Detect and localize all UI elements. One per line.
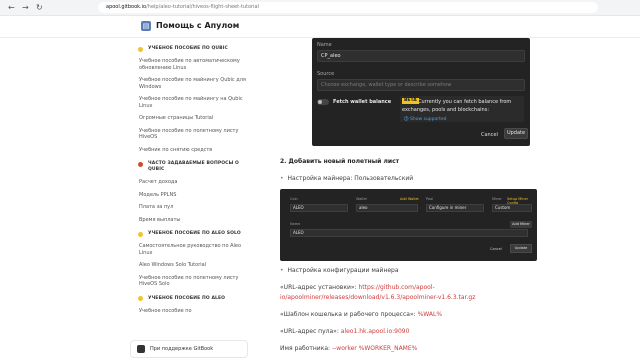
gitbook-badge[interactable]: При поддержке GitBook	[130, 340, 248, 358]
sidebar-item[interactable]: Модель PPLNS	[130, 192, 250, 199]
source-input: Choose exchange, wallet type or describe…	[317, 79, 525, 91]
site-header: ▤ Помощь с Апулом	[0, 16, 640, 38]
back-icon[interactable]: ←	[8, 3, 15, 12]
sidebar-item[interactable]: Огромные страницы Tutorial	[130, 115, 250, 122]
sidebar-section-heading: УЧЕБНОЕ ПОСОБИЕ ПО ALEO SOLO	[130, 231, 250, 237]
wallet-template-paragraph: «Шаблон кошелька и рабочего процесса»: %…	[280, 310, 442, 320]
beta-text: Currently you can fetch balance from exc…	[402, 99, 512, 113]
wallet-template-value[interactable]: %WAL%	[418, 311, 442, 318]
fetch-balance-toggle	[317, 99, 329, 105]
site-title[interactable]: Помощь с Апулом	[156, 21, 239, 30]
fs-name-label: Name	[290, 222, 301, 226]
sidebar-section-title: ЧАСТО ЗАДАВАЕМЫЕ ВОПРОСЫ О QUBIC	[148, 161, 239, 172]
sidebar-section-heading: УЧЕБНОЕ ПОСОБИЕ ПО QUBIC	[130, 46, 250, 52]
sidebar-item[interactable]: Время выплаты	[130, 217, 250, 224]
pool-label: Pool	[426, 197, 434, 201]
bullet-miner-setup: • Настройка майнера: Пользовательский	[280, 175, 413, 182]
sidebar-section-heading: УЧЕБНОЕ ПОСОБИЕ ПО ALEO	[130, 296, 250, 302]
sidebar-section-title: УЧЕБНОЕ ПОСОБИЕ ПО ALEO SOLO	[148, 231, 241, 236]
beta-notice: Currently you can fetch balance from exc…	[400, 96, 524, 122]
name-label: Name	[317, 42, 332, 48]
name-input: CP_aleo	[317, 50, 525, 62]
gitbook-icon	[137, 345, 145, 353]
url-host: apool.gitbook.io	[106, 4, 147, 10]
bullet-icon: •	[280, 175, 284, 182]
gitbook-badge-label: При поддержке GitBook	[150, 346, 214, 352]
fetch-balance-label: Fetch wallet balance	[333, 99, 392, 105]
sidebar-item[interactable]: Учебное пособие по	[130, 308, 250, 315]
add-miner-button: Add Miner	[510, 221, 532, 228]
pool-url-value[interactable]: aleo1.hk.apool.io:9090	[341, 328, 410, 335]
miner-config-screenshot: Coin ALEO Wallet Add Wallet aleo Pool Co…	[280, 189, 537, 261]
worker-name-label: Имя работника:	[280, 345, 331, 352]
wallet-template-label: «Шаблон кошелька и рабочего процесса»:	[280, 311, 416, 318]
section-icon	[138, 231, 143, 237]
pool-field: Configure in miner	[426, 204, 484, 212]
url-path: /help/aleo-tutorial/hiveos-flight-sheet-…	[146, 4, 259, 10]
sidebar-section-title: УЧЕБНОЕ ПОСОБИЕ ПО QUBIC	[148, 46, 228, 51]
miner-field: Custom	[492, 204, 532, 212]
browser-toolbar: ← → ↻ apool.gitbook.io/help/aleo-tutoria…	[0, 0, 640, 16]
install-url-label: «URL-адрес установки»:	[280, 284, 357, 291]
sidebar-section-title: УЧЕБНОЕ ПОСОБИЕ ПО ALEO	[148, 295, 226, 301]
section-icon	[138, 296, 143, 301]
sidebar-item[interactable]: Учебное пособие по полетному листу HiveO…	[130, 275, 250, 288]
sidebar-item[interactable]: Aleo Windows Solo Tutorial	[130, 262, 250, 269]
show-supported-label: Show supported	[410, 117, 447, 122]
sidebar-item[interactable]: Учебное пособие по майнингу Qubic для Wi…	[130, 77, 250, 90]
beta-badge: BETA	[402, 98, 419, 104]
wallet-field: aleo	[356, 204, 418, 212]
sidebar-item[interactable]: Учебное пособие по автоматическому обнов…	[130, 58, 250, 71]
bullet-miner-config-text: Настройка конфигурации майнера	[287, 267, 399, 274]
sidebar-item[interactable]: Расчет дохода	[130, 179, 250, 186]
install-url-paragraph: «URL-адрес установки»: https://github.co…	[280, 283, 480, 303]
step2-heading: 2. Добавить новый полетный лист	[280, 158, 400, 165]
coin-field: ALEO	[290, 204, 348, 212]
worker-name-value[interactable]: --worker %WORKER_NAME%	[332, 345, 417, 352]
wallet-label: Wallet	[356, 197, 367, 201]
pool-url-label: «URL-адрес пула»:	[280, 328, 339, 335]
sidebar-item[interactable]: Самостоятельное руководство по Aleo Linu…	[130, 243, 250, 256]
reload-icon[interactable]: ↻	[36, 3, 43, 12]
section-icon	[138, 46, 143, 52]
worker-name-paragraph: Имя работника: --worker %WORKER_NAME%	[280, 344, 417, 354]
pool-url-paragraph: «URL-адрес пула»: aleo1.hk.apool.io:9090	[280, 327, 409, 337]
update-button: Update	[504, 128, 528, 139]
fs-cancel-button: Cancel	[490, 247, 502, 251]
bullet-miner-config: • Настройка конфигурации майнера	[280, 267, 399, 274]
sidebar-item[interactable]: Учебное пособие по полетному листу HiveO…	[130, 128, 250, 141]
fs-name-field: ALEO	[290, 229, 528, 237]
sidebar-section-heading: ЧАСТО ЗАДАВАЕМЫЕ ВОПРОСЫ О QUBIC	[130, 161, 250, 173]
bullet-miner-setup-text: Настройка майнера: Пользовательский	[287, 175, 414, 182]
fs-update-button: Update	[510, 244, 532, 253]
sidebar-item[interactable]: Учебное пособие по майнингу на Qubic Lin…	[130, 96, 250, 109]
wallet-form-screenshot: Name CP_aleo Source Choose exchange, wal…	[312, 38, 530, 146]
address-bar[interactable]: apool.gitbook.io/help/aleo-tutorial/hive…	[98, 2, 598, 13]
section-icon	[138, 161, 143, 167]
bullet-icon: •	[280, 267, 284, 274]
show-supported-link: 🛈 Show supported	[404, 117, 447, 122]
miner-label: Miner	[492, 197, 502, 201]
book-logo-icon[interactable]: ▤	[141, 21, 151, 31]
coin-label: Coin	[290, 197, 298, 201]
add-wallet-link: Add Wallet	[400, 197, 419, 201]
sidebar-item[interactable]: Учебник по снятию средств	[130, 147, 250, 154]
main-content: Name CP_aleo Source Choose exchange, wal…	[276, 38, 576, 360]
cancel-button: Cancel	[481, 132, 498, 138]
sidebar-item[interactable]: Плата за пул	[130, 204, 250, 211]
sidebar: УЧЕБНОЕ ПОСОБИЕ ПО QUBIC Учебное пособие …	[130, 38, 250, 360]
source-label: Source	[317, 71, 335, 77]
forward-icon[interactable]: →	[22, 3, 29, 12]
